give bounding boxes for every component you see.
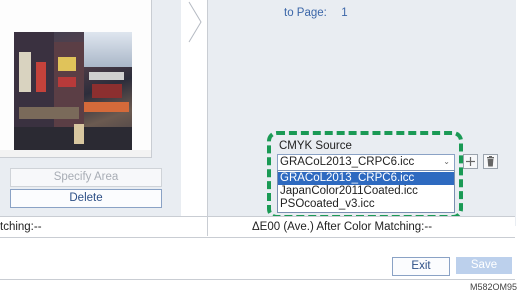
to-page-row: to Page: 1 [284,7,348,19]
plus-icon [466,157,475,166]
status-after-matching: ΔE00 (Ave.) After Color Matching:-- [252,221,433,233]
footer-divider [0,279,515,280]
page-preview [0,0,152,158]
to-page-label: to Page: [284,7,327,19]
trash-icon [487,156,494,167]
status-before-matching: tching:-- [0,221,42,233]
chevron-right-icon [181,0,207,60]
exit-button[interactable]: Exit [392,257,450,276]
preview-image [14,32,132,150]
callout-highlight [267,131,463,219]
specify-area-button[interactable]: Specify Area [10,168,162,187]
add-profile-button[interactable] [463,154,478,169]
save-button[interactable]: Save [456,257,512,274]
delete-button[interactable]: Delete [10,189,162,208]
figure-code: M582OM95 [470,282,518,292]
to-page-value[interactable]: 1 [341,7,347,19]
status-divider [207,217,208,236]
delete-profile-button[interactable] [483,154,498,169]
